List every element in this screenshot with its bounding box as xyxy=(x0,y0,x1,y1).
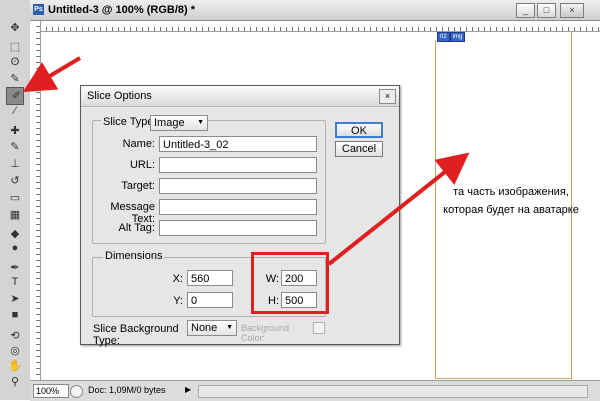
y-label: Y: xyxy=(173,295,183,307)
bg-type-value: None xyxy=(191,322,218,334)
clone-stamp-icon[interactable]: ⊥ xyxy=(7,156,23,170)
marquee-icon[interactable]: ⬚ xyxy=(7,39,23,53)
window-title: Untitled-3 @ 100% (RGB/8) * xyxy=(48,4,196,16)
slice-number-label: 02 xyxy=(437,32,450,42)
shape-icon[interactable]: ■ xyxy=(7,308,23,322)
status-bar: 100% Doc: 1,09M/0 bytes ▶ xyxy=(30,380,600,401)
horizontal-ruler[interactable] xyxy=(40,21,600,32)
photoshop-icon: Ps xyxy=(33,4,44,15)
wh-highlight-box xyxy=(251,252,329,314)
slice-type-select[interactable]: Image ▼ xyxy=(150,115,208,131)
move-icon[interactable]: ✥ xyxy=(7,20,23,34)
status-info-icon[interactable] xyxy=(70,385,83,398)
3d-orbit-icon[interactable]: ◎ xyxy=(7,343,23,357)
url-field[interactable] xyxy=(159,157,317,173)
name-label: Name: xyxy=(122,138,155,150)
dialog-title: Slice Options xyxy=(87,90,152,102)
zoom-field[interactable]: 100% xyxy=(33,384,69,398)
bg-color-swatch[interactable] xyxy=(313,322,325,334)
tools-panel: ✥ ⬚ ʘ ✎ ✐ ⁄ ✚ ✎ ⊥ ↺ ▭ ▦ ◆ ● ✒ T ➤ ■ ⟲ ◎ ✋ ⚲ xyxy=(0,0,31,400)
annotation-line-1: та часть изображения, xyxy=(453,186,569,198)
target-field[interactable] xyxy=(159,178,317,194)
slice-icon[interactable]: ✐ xyxy=(6,87,24,105)
3d-rotate-icon[interactable]: ⟲ xyxy=(7,328,23,342)
gradient-icon[interactable]: ▦ xyxy=(7,207,23,221)
bg-type-select[interactable]: None ▼ xyxy=(187,320,237,336)
slice-options-dialog: Slice Options × Slice Type: Image ▼ Name… xyxy=(80,85,400,347)
y-field[interactable]: 0 xyxy=(187,292,233,308)
maximize-button[interactable]: □ xyxy=(537,3,556,18)
dodge-icon[interactable]: ● xyxy=(7,241,23,255)
chevron-down-icon: ▼ xyxy=(197,119,204,126)
doc-size-info: Doc: 1,09M/0 bytes xyxy=(88,385,166,395)
alt-tag-field[interactable] xyxy=(159,220,317,236)
dimensions-label: Dimensions xyxy=(103,250,165,262)
slice-boundary-bottom xyxy=(435,378,572,379)
dialog-titlebar[interactable]: Slice Options × xyxy=(81,86,399,107)
hand-icon[interactable]: ✋ xyxy=(7,358,23,372)
target-label: Target: xyxy=(121,180,155,192)
close-button[interactable]: × xyxy=(560,3,584,18)
type-icon[interactable]: T xyxy=(7,275,23,289)
path-select-icon[interactable]: ➤ xyxy=(7,291,23,305)
history-brush-icon[interactable]: ↺ xyxy=(7,173,23,187)
dialog-close-button[interactable]: × xyxy=(379,89,396,104)
x-label: X: xyxy=(172,273,183,285)
brush-icon[interactable]: ✎ xyxy=(7,139,23,153)
name-field[interactable]: Untitled-3_02 xyxy=(159,136,317,152)
status-menu-arrow-icon[interactable]: ▶ xyxy=(185,385,191,394)
pen-icon[interactable]: ✒ xyxy=(7,260,23,274)
zoom-icon[interactable]: ⚲ xyxy=(7,374,23,388)
vertical-ruler[interactable] xyxy=(30,21,41,380)
horizontal-scrollbar[interactable] xyxy=(198,385,588,398)
message-text-field[interactable] xyxy=(159,199,317,215)
annotation-line-2: которая будет на аватарке xyxy=(443,204,579,216)
url-label: URL: xyxy=(129,159,155,171)
slice-badge[interactable]: 02 img xyxy=(437,32,466,42)
bg-color-label: Background Color: xyxy=(241,323,290,343)
quick-select-icon[interactable]: ✎ xyxy=(7,71,23,85)
cancel-button[interactable]: Cancel xyxy=(335,141,383,157)
x-field[interactable]: 560 xyxy=(187,270,233,286)
eyedropper-icon[interactable]: ⁄ xyxy=(7,104,23,118)
slice-type-value: Image xyxy=(154,117,185,129)
window-titlebar[interactable]: Ps Untitled-3 @ 100% (RGB/8) * _ □ × xyxy=(30,0,600,21)
eraser-icon[interactable]: ▭ xyxy=(7,190,23,204)
chevron-down-icon: ▼ xyxy=(226,324,233,331)
annotation-text: та часть изображения, которая будет на а… xyxy=(426,183,596,219)
lasso-icon[interactable]: ʘ xyxy=(7,55,23,69)
healing-brush-icon[interactable]: ✚ xyxy=(7,123,23,137)
blur-icon[interactable]: ◆ xyxy=(7,226,23,240)
alt-tag-label: Alt Tag: xyxy=(118,222,156,234)
ok-button[interactable]: OK xyxy=(335,122,383,138)
bg-type-label: Slice Background Type: xyxy=(93,323,179,347)
slice-image-icon: img xyxy=(449,32,466,42)
minimize-button[interactable]: _ xyxy=(516,3,535,18)
